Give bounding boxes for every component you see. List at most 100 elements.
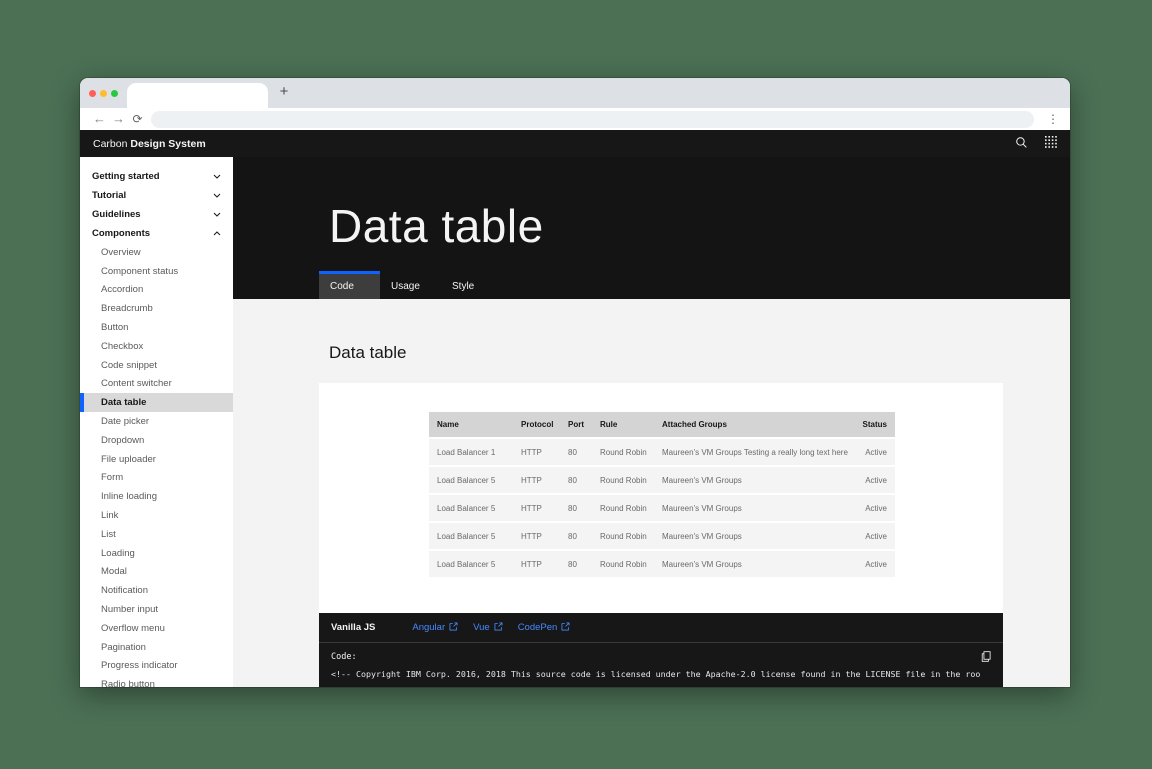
search-icon[interactable] [1015,136,1028,152]
cell-protocol: HTTP [513,551,560,577]
chevron-down-icon [213,193,221,198]
cell-status: Active [850,439,895,465]
sidebar-section-guidelines[interactable]: Guidelines [80,205,233,224]
copy-icon[interactable] [981,651,991,662]
table-row[interactable]: Load Balancer 1 HTTP 80 Round Robin Maur… [429,439,895,465]
col-header-attached-groups: Attached Groups [654,412,850,437]
app-switcher-icon[interactable] [1045,136,1057,151]
cell-port: 80 [560,495,592,521]
site-brand[interactable]: Carbon Design System [93,138,206,150]
codepen-link[interactable]: CodePen [518,622,571,634]
sidebar-item-dropdown[interactable]: Dropdown [80,431,233,450]
cell-protocol: HTTP [513,495,560,521]
sidebar-item-notification[interactable]: Notification [80,581,233,600]
cell-attached-groups: Maureen's VM Groups Testing a really lon… [654,439,850,465]
col-header-status: Status [850,412,895,437]
sidebar-item-overview[interactable]: Overview [80,243,233,262]
vue-link[interactable]: Vue [473,622,503,634]
code-snippet-text[interactable]: <!-- Copyright IBM Corp. 2016, 2018 This… [319,662,1003,679]
launch-icon [561,622,570,634]
cell-port: 80 [560,551,592,577]
tab-usage[interactable]: Usage [380,271,441,299]
sidebar-item-list[interactable]: List [80,525,233,544]
angular-link[interactable]: Angular [412,622,458,634]
cell-rule: Round Robin [592,467,654,493]
link-label: CodePen [518,622,558,633]
sidebar-item-date-picker[interactable]: Date picker [80,412,233,431]
sidebar-item-file-uploader[interactable]: File uploader [80,450,233,469]
code-label: Code: [331,652,357,662]
sidebar-item-loading[interactable]: Loading [80,544,233,563]
brand-prefix: Carbon [93,138,127,150]
sidebar-item-content-switcher[interactable]: Content switcher [80,375,233,394]
cell-rule: Round Robin [592,523,654,549]
maximize-window-icon[interactable] [111,90,118,97]
cell-name: Load Balancer 5 [429,551,513,577]
sidebar-item-data-table[interactable]: Data table [80,393,233,412]
sidebar-section-tutorial[interactable]: Tutorial [80,186,233,205]
section-label: Guidelines [92,209,141,220]
cell-port: 80 [560,467,592,493]
browser-tabstrip: + [80,78,1070,108]
address-bar[interactable] [151,111,1034,128]
cell-name: Load Balancer 5 [429,523,513,549]
cell-status: Active [850,523,895,549]
reload-icon[interactable]: ⟳ [128,109,147,129]
sidebar-item-radio-button[interactable]: Radio button [80,675,233,687]
browser-menu-icon[interactable]: ⋮ [1046,112,1060,126]
back-icon[interactable]: ← [90,109,109,129]
sidebar-item-form[interactable]: Form [80,469,233,488]
sidebar-section-getting-started[interactable]: Getting started [80,167,233,186]
col-header-port: Port [560,412,592,437]
sidebar-item-number-input[interactable]: Number input [80,600,233,619]
sidebar-item-modal[interactable]: Modal [80,563,233,582]
cell-rule: Round Robin [592,439,654,465]
framework-bar: Vanilla JS Angular Vue CodePen [319,613,1003,643]
cell-name: Load Balancer 1 [429,439,513,465]
new-tab-button[interactable]: + [274,82,294,102]
minimize-window-icon[interactable] [100,90,107,97]
forward-icon[interactable]: → [109,109,128,129]
col-header-name: Name [429,412,513,437]
launch-icon [449,622,458,634]
sidebar-item-pagination[interactable]: Pagination [80,638,233,657]
site-header: Carbon Design System [80,130,1070,157]
sidebar-item-code-snippet[interactable]: Code snippet [80,356,233,375]
col-header-protocol: Protocol [513,412,560,437]
sidebar-item-checkbox[interactable]: Checkbox [80,337,233,356]
sidebar-item-overflow-menu[interactable]: Overflow menu [80,619,233,638]
cell-name: Load Balancer 5 [429,495,513,521]
tab-code[interactable]: Code [319,271,380,299]
sidebar-item-component-status[interactable]: Component status [80,262,233,281]
sidebar-item-link[interactable]: Link [80,506,233,525]
table-row[interactable]: Load Balancer 5 HTTP 80 Round Robin Maur… [429,551,895,577]
chevron-down-icon [213,212,221,217]
page-tabs: Code Usage Style [233,271,1070,299]
section-label: Components [92,228,150,239]
table-row[interactable]: Load Balancer 5 HTTP 80 Round Robin Maur… [429,495,895,521]
sidebar-item-inline-loading[interactable]: Inline loading [80,487,233,506]
browser-window: + ← → ⟳ ⋮ Carbon Design System [80,78,1070,687]
sidebar-item-button[interactable]: Button [80,318,233,337]
sidebar-item-accordion[interactable]: Accordion [80,281,233,300]
cell-rule: Round Robin [592,495,654,521]
link-label: Vue [473,622,490,633]
cell-status: Active [850,467,895,493]
cell-port: 80 [560,439,592,465]
section-label: Getting started [92,171,160,182]
close-window-icon[interactable] [89,90,96,97]
section-label: Tutorial [92,190,126,201]
sidebar-item-breadcrumb[interactable]: Breadcrumb [80,299,233,318]
cell-attached-groups: Maureen's VM Groups [654,551,850,577]
cell-port: 80 [560,523,592,549]
window-controls [89,90,118,97]
table-header-row: Name Protocol Port Rule Attached Groups … [429,412,895,437]
col-header-rule: Rule [592,412,654,437]
table-row[interactable]: Load Balancer 5 HTTP 80 Round Robin Maur… [429,467,895,493]
sidebar-item-progress-indicator[interactable]: Progress indicator [80,657,233,676]
tab-style[interactable]: Style [441,271,502,299]
browser-tab[interactable] [127,83,268,108]
sidebar-section-components[interactable]: Components [80,224,233,243]
table-row[interactable]: Load Balancer 5 HTTP 80 Round Robin Maur… [429,523,895,549]
demo-card: Name Protocol Port Rule Attached Groups … [319,383,1003,613]
